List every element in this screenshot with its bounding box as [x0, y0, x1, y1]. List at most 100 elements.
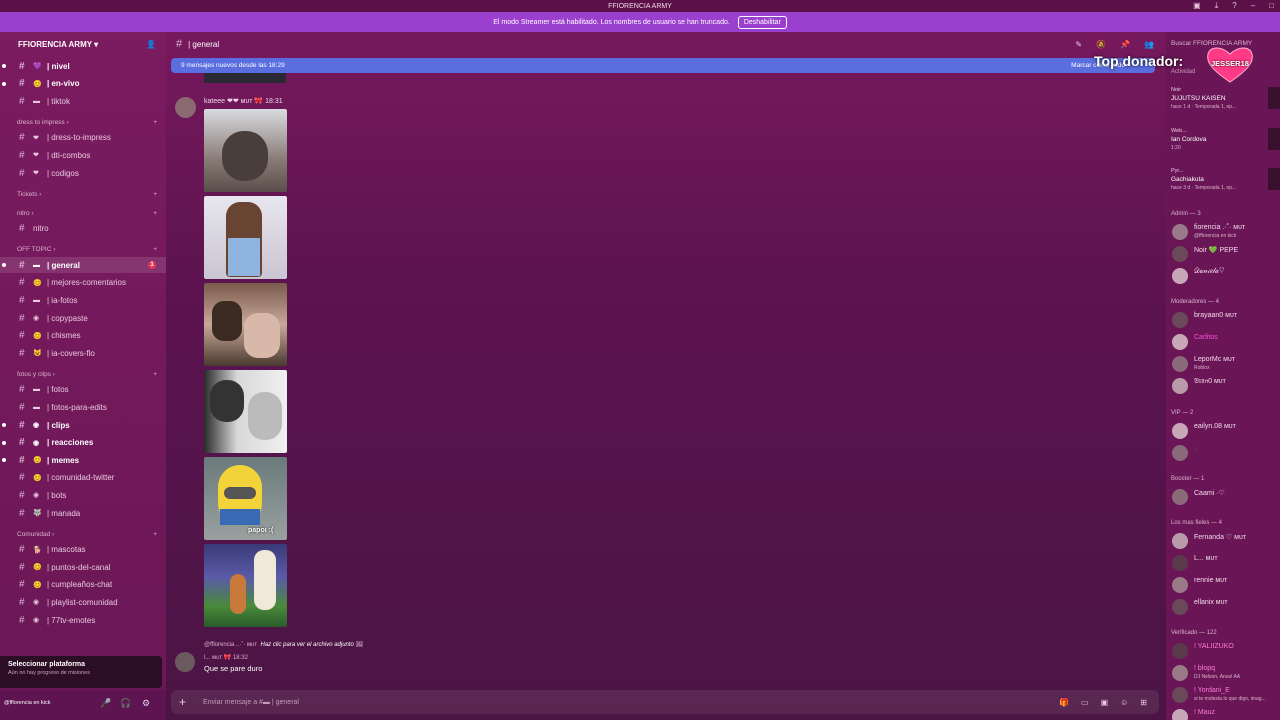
add-attachment-icon[interactable]: +: [179, 695, 186, 709]
add-member-icon[interactable]: 👤: [146, 40, 156, 49]
avatar[interactable]: [175, 652, 195, 672]
channel-name: | reacciones: [47, 438, 94, 448]
channel-item[interactable]: # 😊 | memes: [0, 452, 166, 468]
channel-item[interactable]: # 😺 | ia-covers-flo: [0, 345, 166, 361]
microphone-icon[interactable]: 🎤: [100, 698, 111, 709]
member-item[interactable]: ! Yordani_E si te molesta lo que digo, im…: [1171, 686, 1279, 704]
channel-item[interactable]: # 😊 | mejores-comentarios: [0, 275, 166, 291]
channel-category[interactable]: Comunidad › +: [17, 531, 157, 538]
member-item[interactable]: Caami ·♡: [1171, 488, 1279, 506]
reply-reference[interactable]: @fflorencia ..·˚· ᴍᴜᴛ Haz clic para ver …: [204, 641, 363, 648]
attachment-link[interactable]: Haz clic para ver el archivo adjunto: [261, 642, 354, 648]
channel-item[interactable]: # ❤ | dress-to-impress: [0, 130, 166, 146]
hash-icon: #: [19, 259, 25, 271]
add-channel-icon[interactable]: +: [153, 531, 157, 538]
avatar: [1172, 599, 1188, 615]
member-item[interactable]: Noir 💚 PEPE: [1171, 245, 1279, 263]
activity-card[interactable]: Web... Ian Cordova 1:20: [1171, 128, 1280, 151]
channel-category[interactable]: fotos y clips › +: [17, 371, 157, 378]
disable-streamer-button[interactable]: Deshabilitar: [737, 15, 787, 29]
channel-category[interactable]: nitro › +: [17, 210, 157, 217]
channel-item[interactable]: # 😊 | comunidad-twitter: [0, 470, 166, 486]
avatar: [1172, 709, 1188, 720]
emoji-icon[interactable]: ☺: [1120, 698, 1128, 707]
channel-item[interactable]: # 🐕 | mascotas: [0, 542, 166, 558]
member-item[interactable]: rennie ᴍᴜᴛ: [1171, 576, 1279, 594]
sticker-icon[interactable]: ▣: [1101, 698, 1109, 707]
channel-item[interactable]: # ◉ | bots: [0, 487, 166, 503]
add-channel-icon[interactable]: +: [153, 246, 157, 253]
message-author[interactable]: kateee ❤❤ ᴍᴜᴛ 🎀 18:31: [204, 97, 283, 105]
add-channel-icon[interactable]: +: [153, 210, 157, 217]
mission-panel[interactable]: Seleccionar plataforma Aún no hay progre…: [0, 656, 162, 688]
add-channel-icon[interactable]: +: [153, 191, 157, 198]
channel-category[interactable]: Tickets › +: [17, 191, 157, 198]
member-item[interactable]: ! Mauz: [1171, 708, 1279, 720]
help-icon[interactable]: ?: [1232, 1, 1236, 11]
channel-category[interactable]: dress to impress › +: [17, 119, 157, 126]
member-item[interactable]: brayaan0 ᴍᴜᴛ: [1171, 311, 1279, 329]
settings-gear-icon[interactable]: ⚙: [142, 698, 150, 709]
download-icon[interactable]: ⤓: [1215, 1, 1219, 11]
pin-icon[interactable]: 📌: [1120, 40, 1130, 49]
channel-item[interactable]: # 😊 | en-vivo: [0, 76, 166, 92]
member-item[interactable]: ·: [1171, 444, 1279, 462]
member-item[interactable]: Fernanda ♡ ᴍᴜᴛ: [1171, 532, 1279, 550]
members-icon[interactable]: 👥: [1144, 40, 1154, 49]
gif-people-reaction[interactable]: [204, 283, 287, 366]
channel-item[interactable]: # 😊 | cumpleaños-chat: [0, 577, 166, 593]
activity-card[interactable]: Noir JUJUTSU KAISEN hace 1 d · Temporada 1…: [1171, 87, 1280, 110]
server-header[interactable]: FFIORENCIA ARMY ▾ 👤: [0, 32, 166, 56]
channel-item[interactable]: # ◉ | reacciones: [0, 435, 166, 451]
channel-item[interactable]: # ❤ | dti-combos: [0, 147, 166, 163]
threads-icon[interactable]: ✎: [1075, 40, 1082, 49]
channel-item[interactable]: # 😊 | puntos-del-canal: [0, 559, 166, 575]
inbox-icon[interactable]: ▣: [1193, 1, 1201, 11]
gif-woman-dancing[interactable]: [204, 196, 287, 279]
activity-card[interactable]: Pyr... Gachiakuta hace 3 d · Temporada 1, …: [1171, 168, 1280, 191]
gif-seal[interactable]: [204, 109, 287, 192]
channel-item[interactable]: # ❤ | codigos: [0, 165, 166, 181]
member-item[interactable]: ! blopq DJ Nelson, Anuel AA: [1171, 664, 1279, 682]
channel-item[interactable]: # ▬ | tiktok: [0, 93, 166, 109]
member-item[interactable]: fiorencia .·˚· ᴍᴜᴛ @fflorencia en kick: [1171, 223, 1279, 241]
add-channel-icon[interactable]: +: [153, 119, 157, 126]
channel-item[interactable]: # ▬ | fotos-para-edits: [0, 399, 166, 415]
channel-item[interactable]: # nitro: [0, 221, 166, 237]
add-channel-icon[interactable]: +: [153, 371, 157, 378]
channel-item[interactable]: # ◉ | copypaste: [0, 310, 166, 326]
maximize-icon[interactable]: □: [1269, 1, 1274, 11]
channel-item[interactable]: # ◉ | clips: [0, 417, 166, 433]
avatar[interactable]: [175, 97, 196, 118]
channel-item[interactable]: # ◉ | 77tv-emotes: [0, 612, 166, 628]
new-messages-bar[interactable]: 9 mensajes nuevos desde las 18:29 Marcar…: [171, 58, 1155, 73]
message-input[interactable]: Enviar mensaje a #▬ | general: [203, 699, 299, 706]
message-author[interactable]: l... ᴍᴜᴛ 🎀 18:32: [204, 654, 248, 661]
gif-black-and-white[interactable]: [204, 370, 287, 453]
channel-item[interactable]: # 💜 | nivel: [0, 58, 166, 74]
member-item[interactable]: Carlitos: [1171, 333, 1279, 351]
member-item[interactable]: eailyn.08 ᴍᴜᴛ: [1171, 422, 1279, 440]
channel-item[interactable]: # ◉ | playlist-comunidad: [0, 594, 166, 610]
channel-item[interactable]: # ▬ | general 1: [0, 257, 166, 274]
user-name[interactable]: @fflorencia en kick: [4, 700, 50, 706]
minimize-icon[interactable]: –: [1251, 1, 1255, 11]
member-item[interactable]: L... ᴍᴜᴛ: [1171, 554, 1279, 572]
member-item[interactable]: ellanix ᴍᴜᴛ: [1171, 598, 1279, 616]
gif-cartoon-scream[interactable]: [204, 544, 287, 627]
channel-category[interactable]: OFF TOPIC › +: [17, 246, 157, 253]
channel-item[interactable]: # 😊 | chismes: [0, 328, 166, 344]
member-item[interactable]: 𝔅𝔯𝔞𝔫0 ᴍᴜᴛ: [1171, 377, 1279, 395]
notifications-icon[interactable]: 🔕: [1096, 40, 1106, 49]
apps-icon[interactable]: ⊞: [1140, 698, 1147, 707]
headphones-icon[interactable]: 🎧: [120, 698, 131, 709]
member-item[interactable]: ! YALIIZUKO: [1171, 642, 1279, 660]
member-item[interactable]: LeporMc ᴍᴜᴛ Roblox: [1171, 355, 1279, 373]
gif-minion[interactable]: papoi :(: [204, 457, 287, 540]
member-item[interactable]: 𝒟𝒶𝓃𝒾𝑒𝓁𝒶♡: [1171, 267, 1279, 285]
gift-icon[interactable]: 🎁: [1059, 698, 1069, 707]
channel-item[interactable]: # ▬ | ia-fotos: [0, 292, 166, 308]
gif-icon[interactable]: ▭: [1081, 698, 1089, 707]
channel-item[interactable]: # 🐺 | manada: [0, 505, 166, 521]
channel-item[interactable]: # ▬ | fotos: [0, 382, 166, 398]
